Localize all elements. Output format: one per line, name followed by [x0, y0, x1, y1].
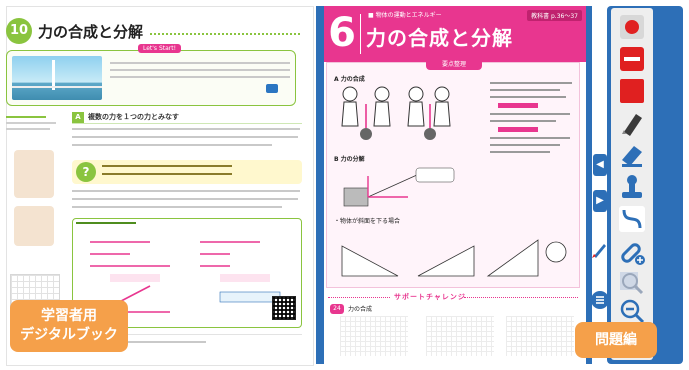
summary-tab: 要点整理: [426, 60, 482, 70]
red-square-icon[interactable]: [616, 76, 648, 106]
workbook-page-right: 6 ■ 物体の運動とエネルギー 力の合成と分解 教科書 p.36〜37 要点整理…: [324, 6, 592, 364]
practice-header: サポートチャレンジ: [394, 293, 466, 301]
label-line-1: 学習者用: [41, 308, 97, 324]
tug-people-illustration: [341, 86, 451, 140]
lets-start-label: Let's Start!: [138, 44, 182, 53]
chapter-subtitle: ■ 物体の運動とエネルギー: [368, 12, 442, 19]
chapter-header: 6 ■ 物体の運動とエネルギー 力の合成と分解 教科書 p.36〜37: [324, 6, 586, 62]
next-page-button[interactable]: ▶: [593, 190, 607, 212]
stamp-icon[interactable]: [616, 172, 648, 202]
curve-line-icon[interactable]: [616, 204, 648, 234]
media-play-button[interactable]: [266, 84, 278, 93]
lets-start-text: [110, 62, 290, 64]
search-zoom-icon[interactable]: [616, 268, 648, 298]
hands-figure: [14, 150, 54, 198]
title-underline: [150, 33, 300, 35]
highlighter-icon[interactable]: [616, 108, 648, 138]
section-a-heading: A 複数の力を１つの力とみなす: [72, 112, 302, 124]
problem-section-label: 問題編: [575, 322, 657, 358]
slope-figures: [341, 239, 567, 277]
practice-grids: [330, 316, 580, 362]
body-text-2: [72, 190, 300, 214]
student-digital-book-label: 学習者用 デジタルブック: [10, 300, 128, 352]
chapter-title: 力の合成と分解: [366, 26, 513, 50]
eraser-icon[interactable]: [616, 140, 648, 170]
prev-page-button[interactable]: ◀: [593, 154, 607, 176]
decomposition-figure: [343, 167, 455, 207]
link-add-icon[interactable]: [616, 236, 648, 266]
app-window: 10 力の合成と分解 Let's Start! A 複数の力を１つの力とみなす …: [0, 0, 689, 370]
practice-number: 24: [330, 304, 344, 314]
record-icon[interactable]: [616, 12, 648, 42]
label-line-2: デジタルブック: [20, 327, 118, 343]
marker-line-icon[interactable]: [616, 44, 648, 74]
explanation-notes: [490, 82, 576, 158]
diagram-box-title: [76, 222, 136, 224]
question-mark-icon: ?: [76, 162, 96, 182]
chapter-number: 6: [328, 10, 356, 56]
page-title: 力の合成と分解: [38, 23, 144, 41]
section-a-title: 複数の力を１つの力とみなす: [88, 113, 179, 121]
practice-title: 力の合成: [348, 306, 373, 313]
chapter-number-badge: 10: [6, 18, 32, 44]
page-reference: 教科書 p.36〜37: [527, 10, 582, 21]
section-a-tag: A: [72, 112, 84, 123]
hands-figure-2: [14, 206, 54, 246]
question-box: ?: [72, 160, 302, 184]
qr-code: [272, 296, 296, 320]
bridge-photo: [12, 56, 102, 100]
body-text: [72, 128, 300, 152]
section-a-heading-right: A 力の合成: [334, 76, 365, 83]
page-spine: [316, 6, 324, 364]
section-b-heading-right: B 力の分解: [334, 156, 365, 163]
